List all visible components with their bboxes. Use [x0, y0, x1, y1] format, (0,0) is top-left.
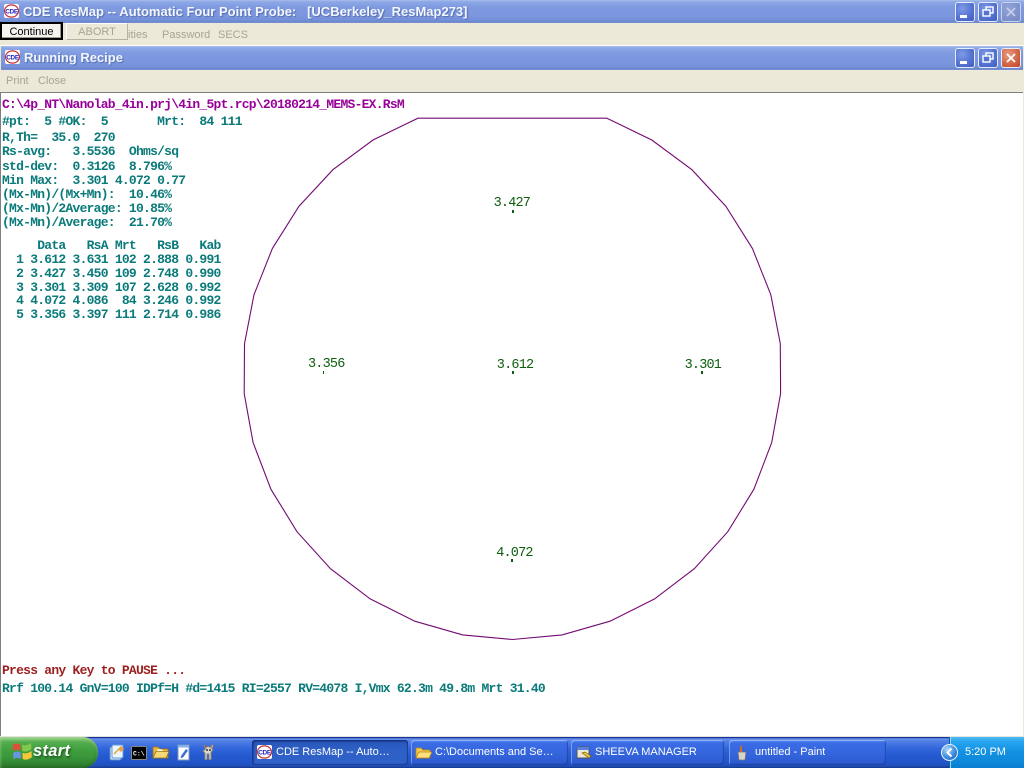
svg-text:C:\: C:\: [133, 751, 145, 758]
svg-text:CDE: CDE: [258, 749, 272, 756]
